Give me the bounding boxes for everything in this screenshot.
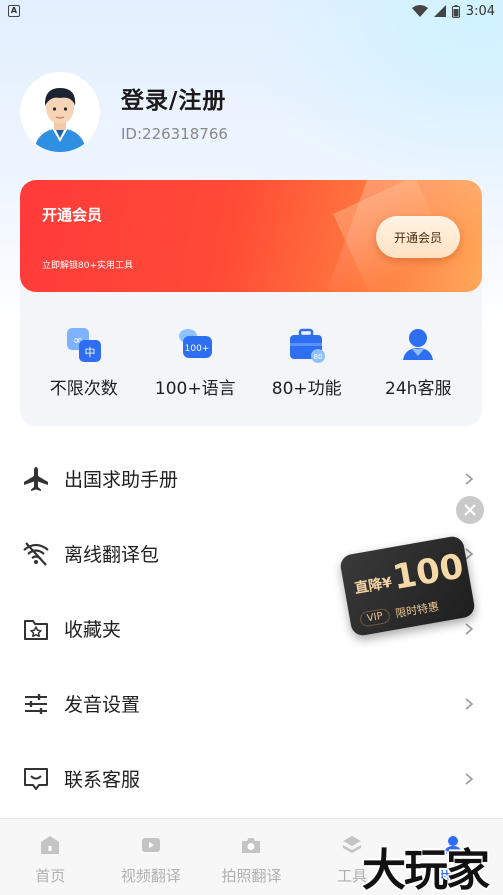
promo-vip-badge: VIP bbox=[358, 607, 391, 628]
feature-label: 不限次数 bbox=[49, 379, 118, 399]
avatar[interactable] bbox=[20, 72, 100, 152]
nav-home[interactable]: 首页 bbox=[0, 819, 101, 895]
video-icon bbox=[141, 838, 160, 852]
svg-text:100+: 100+ bbox=[185, 344, 210, 354]
feature-unlimited[interactable]: ∞ 中 不限次数 bbox=[31, 326, 136, 399]
vip-subtitle: 立即解锁80+实用工具 bbox=[42, 261, 133, 271]
vip-section: 开通会员 立即解锁80+实用工具 开通会员 ∞ 中 不限次数 100+ 100+… bbox=[20, 180, 482, 426]
chevron-right-icon bbox=[465, 697, 474, 710]
vip-features: ∞ 中 不限次数 100+ 100+语言 80 80+功能 24h客服 bbox=[20, 292, 482, 399]
feature-label: 80+功能 bbox=[271, 379, 342, 399]
close-promo-button[interactable] bbox=[456, 496, 484, 524]
camera-icon bbox=[242, 838, 261, 853]
airplane-icon bbox=[22, 465, 50, 493]
nav-label: 视频翻译 bbox=[120, 867, 181, 885]
promo-prefix: 直降¥ bbox=[353, 574, 394, 598]
feature-languages[interactable]: 100+ 100+语言 bbox=[143, 326, 248, 399]
wifi-off-icon bbox=[22, 540, 50, 568]
menu-label: 发音设置 bbox=[64, 694, 141, 716]
folder-star-icon bbox=[22, 615, 50, 643]
menu-label: 离线翻译包 bbox=[64, 544, 160, 566]
menu-item-pronunciation-settings[interactable]: 发音设置 bbox=[0, 666, 503, 741]
chevron-right-icon bbox=[465, 472, 474, 485]
chevron-right-icon bbox=[465, 772, 474, 785]
sliders-icon bbox=[22, 690, 50, 718]
default-avatar-icon bbox=[20, 72, 100, 152]
open-vip-button[interactable]: 开通会员 bbox=[376, 216, 460, 258]
user-id: ID:226318766 bbox=[121, 125, 228, 143]
settings-menu: 出国求助手册 离线翻译包 收藏夹 发音设置 联系客服 bbox=[0, 441, 503, 816]
chevron-right-icon bbox=[465, 622, 474, 635]
feature-label: 100+语言 bbox=[154, 379, 236, 399]
svg-text:中: 中 bbox=[84, 346, 95, 359]
message-box-icon bbox=[22, 765, 50, 793]
infinity-translate-icon: ∞ 中 bbox=[66, 328, 101, 362]
promo-amount: 100 bbox=[389, 546, 467, 599]
toolbox-icon: 80 bbox=[289, 328, 325, 363]
feature-support[interactable]: 24h客服 bbox=[366, 326, 471, 399]
home-icon bbox=[41, 836, 60, 854]
chat-bubbles-icon: 100+ bbox=[179, 329, 213, 358]
feature-functions[interactable]: 80 80+功能 bbox=[254, 326, 359, 399]
watermark-logo: 大玩家 bbox=[362, 845, 490, 895]
login-register-link[interactable]: 登录/注册 bbox=[121, 81, 228, 115]
nav-label: 首页 bbox=[35, 867, 66, 885]
wifi-signal-icon bbox=[411, 5, 428, 17]
close-icon bbox=[464, 504, 476, 516]
menu-item-contact-support[interactable]: 联系客服 bbox=[0, 741, 503, 816]
vip-title: 开通会员 bbox=[42, 206, 103, 224]
menu-item-travel-handbook[interactable]: 出国求助手册 bbox=[0, 441, 503, 516]
battery-icon bbox=[451, 4, 460, 18]
promo-tag: 限时特惠 bbox=[394, 599, 440, 621]
svg-text:80: 80 bbox=[313, 353, 322, 361]
nav-video-translate[interactable]: 视频翻译 bbox=[101, 819, 202, 895]
support-agent-icon bbox=[403, 329, 434, 360]
feature-label: 24h客服 bbox=[385, 379, 452, 399]
nav-photo-translate[interactable]: 拍照翻译 bbox=[201, 819, 302, 895]
cell-signal-icon bbox=[433, 5, 446, 17]
menu-label: 出国求助手册 bbox=[64, 469, 179, 491]
nav-label: 拍照翻译 bbox=[221, 867, 282, 885]
profile-header[interactable]: 登录/注册 ID:226318766 bbox=[20, 72, 228, 152]
vip-banner[interactable]: 开通会员 立即解锁80+实用工具 开通会员 bbox=[20, 180, 482, 292]
app-notification-icon: A bbox=[8, 5, 20, 17]
menu-label: 联系客服 bbox=[64, 769, 141, 791]
menu-label: 收藏夹 bbox=[64, 619, 122, 641]
clock: 3:04 bbox=[465, 3, 495, 19]
tools-icon bbox=[343, 836, 362, 853]
status-bar: A 3:04 bbox=[0, 0, 503, 22]
